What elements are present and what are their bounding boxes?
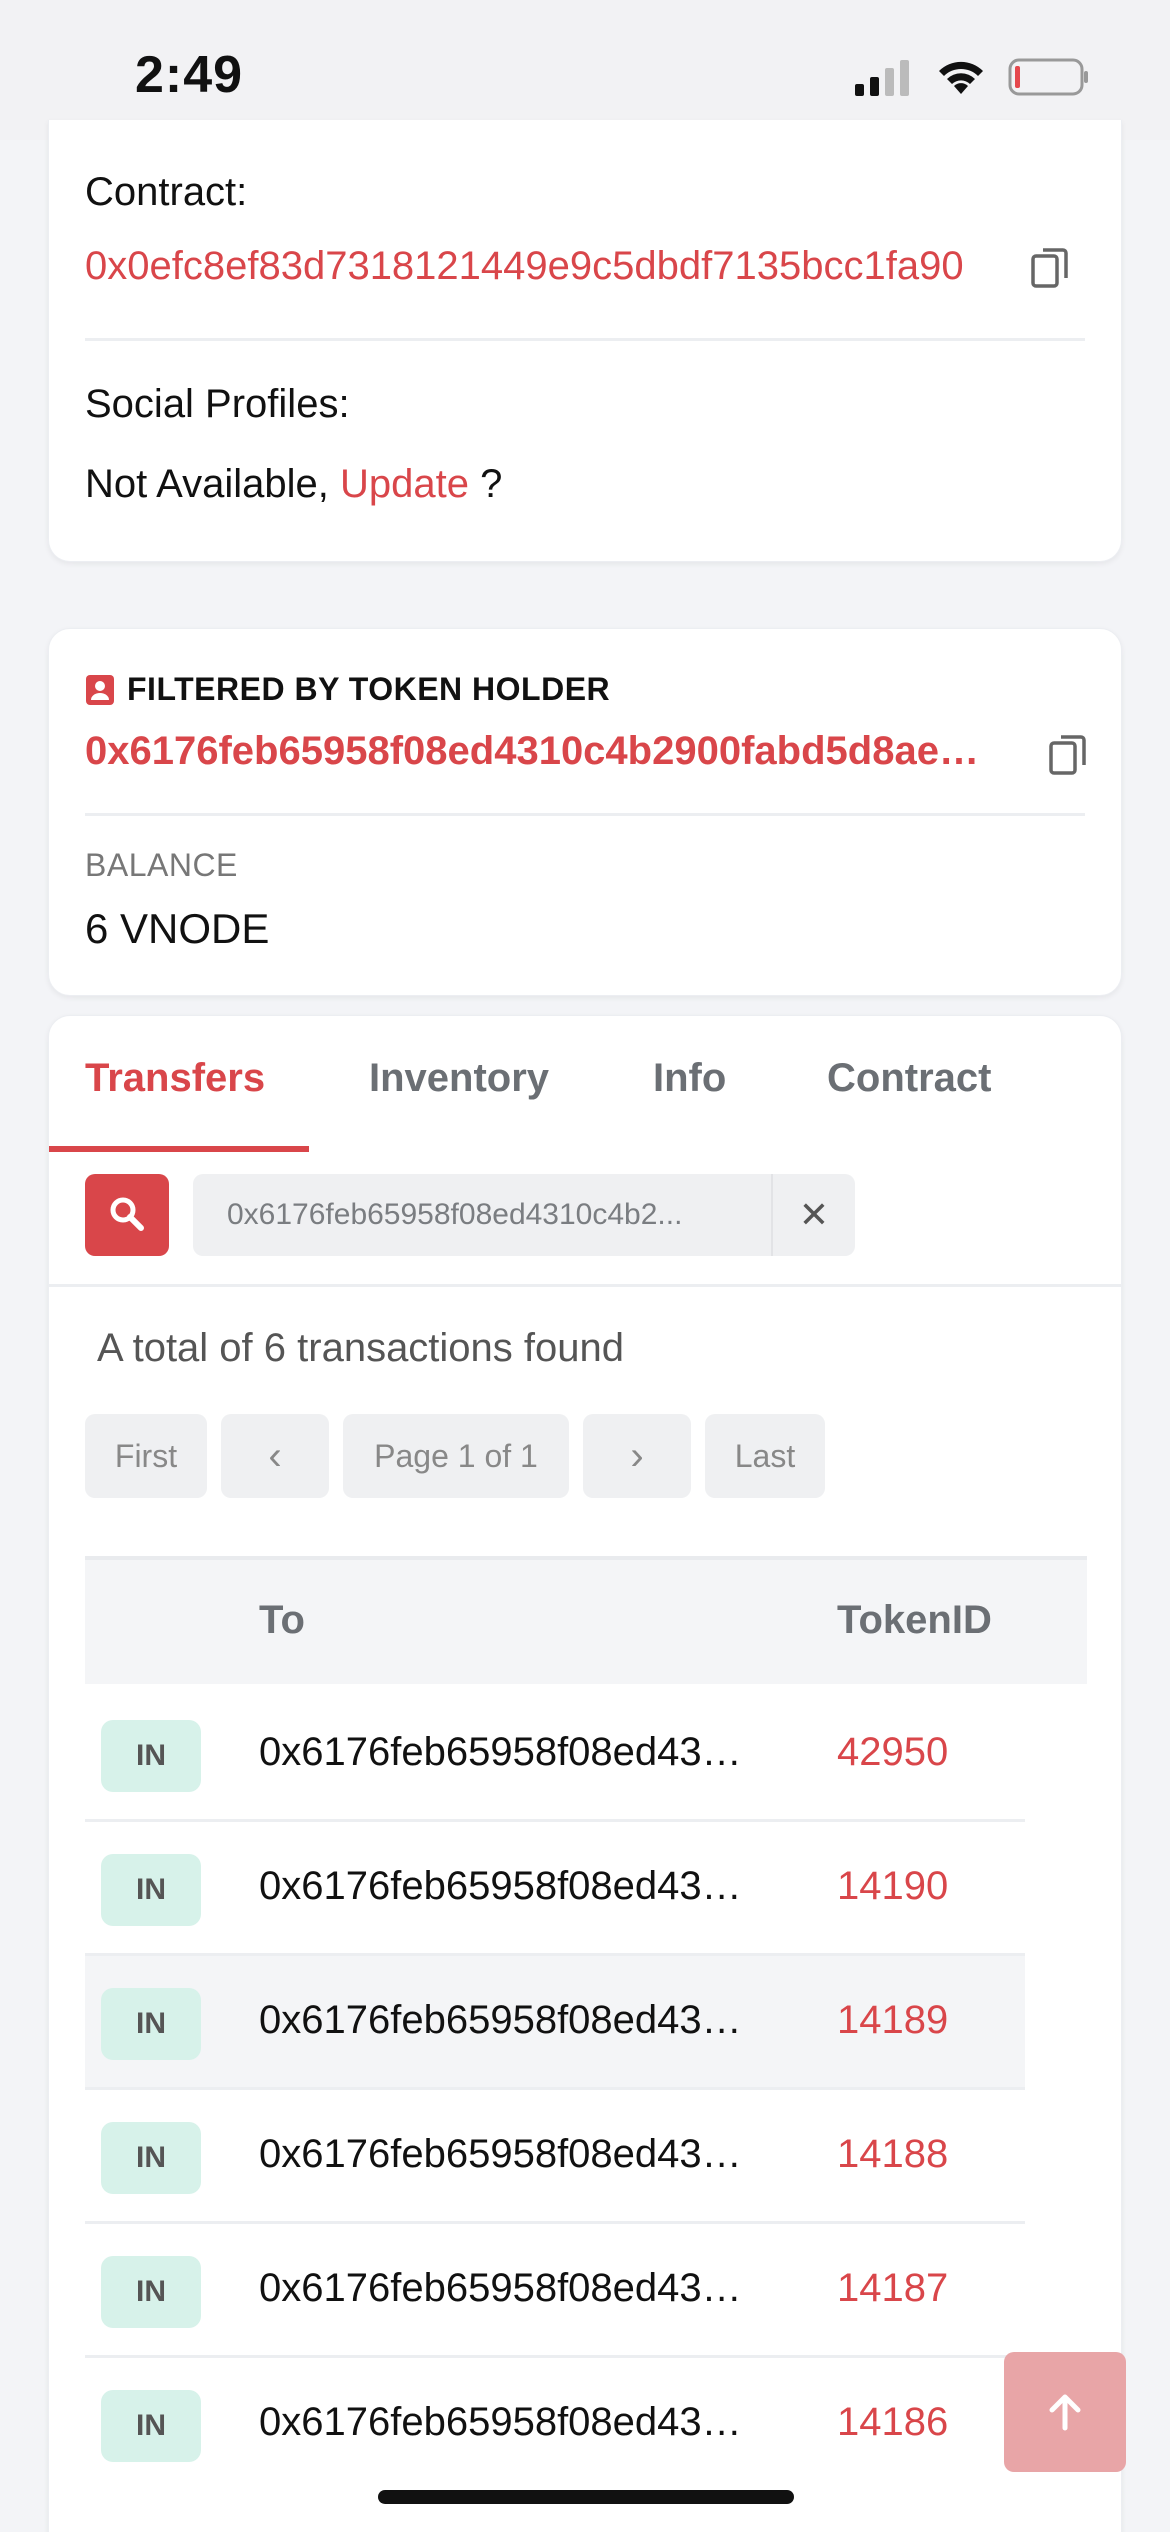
table-row: IN 0x6176feb65958f08ed43… 14187 <box>85 2224 1025 2358</box>
table-row: IN 0x6176feb65958f08ed43… 14190 <box>85 1822 1025 1956</box>
copy-icon[interactable] <box>1029 246 1071 292</box>
wifi-icon <box>939 61 983 94</box>
battery-icon <box>1008 58 1088 96</box>
arrow-up-icon <box>1049 2394 1081 2431</box>
next-page-button[interactable]: › <box>583 1414 691 1498</box>
status-time: 2:49 <box>135 46 244 104</box>
results-count: A total of 6 transactions found <box>97 1326 625 1370</box>
contract-address-link[interactable]: 0x0efc8ef83d7318121449e9c5dbdf7135bcc1fa… <box>85 244 964 289</box>
balance-label: BALANCE <box>85 847 238 883</box>
social-profiles-value: Not Available, Update ? <box>85 462 502 507</box>
home-indicator <box>378 2490 794 2504</box>
direction-badge: IN <box>101 1988 201 2060</box>
token-holder-card: FILTERED BY TOKEN HOLDER 0x6176feb65958f… <box>48 628 1122 996</box>
holder-heading: FILTERED BY TOKEN HOLDER <box>85 671 610 708</box>
status-bar: 2:49 <box>0 0 1170 140</box>
balance-value: 6 VNODE <box>85 905 270 952</box>
direction-badge: IN <box>101 2256 201 2328</box>
holder-address-link[interactable]: 0x6176feb65958f08ed4310c4b2900fabd5d8ae… <box>85 729 1025 774</box>
cellular-signal-icon <box>855 60 909 96</box>
page-indicator: Page 1 of 1 <box>343 1414 569 1498</box>
contract-label: Contract: <box>85 170 248 214</box>
tab-contract[interactable]: Contract <box>827 1056 991 1101</box>
column-header-tokenid: TokenID <box>837 1598 992 1642</box>
search-icon <box>110 1197 144 1231</box>
direction-badge: IN <box>101 2122 201 2194</box>
divider <box>49 1284 1121 1287</box>
to-address-link[interactable]: 0x6176feb65958f08ed43… <box>259 2400 742 2445</box>
search-button[interactable] <box>85 1174 169 1256</box>
holder-heading-text: FILTERED BY TOKEN HOLDER <box>127 671 611 707</box>
prev-page-button[interactable]: ‹ <box>221 1414 329 1498</box>
copy-icon[interactable] <box>1047 733 1089 779</box>
tab-info[interactable]: Info <box>653 1056 726 1101</box>
token-overview-card: Contract: 0x0efc8ef83d7318121449e9c5dbdf… <box>48 120 1122 562</box>
table-row: IN 0x6176feb65958f08ed43… 14188 <box>85 2090 1025 2224</box>
update-link[interactable]: Update <box>340 462 469 506</box>
back-to-top-button[interactable] <box>1004 2352 1126 2472</box>
tab-inventory[interactable]: Inventory <box>369 1056 549 1101</box>
token-id-link[interactable]: 14187 <box>837 2266 948 2311</box>
token-id-link[interactable]: 14189 <box>837 1998 948 2043</box>
clear-search-button[interactable]: ✕ <box>771 1174 855 1256</box>
to-address-link[interactable]: 0x6176feb65958f08ed43… <box>259 1864 742 1909</box>
table-row: IN 0x6176feb65958f08ed43… 14189 <box>85 1956 1025 2090</box>
divider <box>85 338 1085 341</box>
table-row: IN 0x6176feb65958f08ed43… 42950 <box>85 1688 1025 1822</box>
direction-badge: IN <box>101 1720 201 1792</box>
last-page-button[interactable]: Last <box>705 1414 825 1498</box>
to-address-link[interactable]: 0x6176feb65958f08ed43… <box>259 2266 742 2311</box>
transfers-card: Transfers Inventory Info Contract 0x6176… <box>48 1015 1122 2532</box>
first-page-button[interactable]: First <box>85 1414 207 1498</box>
token-id-link[interactable]: 14190 <box>837 1864 948 1909</box>
to-address-link[interactable]: 0x6176feb65958f08ed43… <box>259 2132 742 2177</box>
divider <box>85 813 1085 816</box>
x-icon: ✕ <box>798 1194 830 1235</box>
column-header-to: To <box>259 1598 305 1642</box>
table-header: To TokenID <box>85 1556 1087 1684</box>
tab-transfers[interactable]: Transfers <box>85 1056 265 1101</box>
token-id-link[interactable]: 14186 <box>837 2400 948 2445</box>
to-address-link[interactable]: 0x6176feb65958f08ed43… <box>259 1730 742 1775</box>
search-input[interactable]: 0x6176feb65958f08ed4310c4b2... <box>193 1174 771 1256</box>
token-id-link[interactable]: 14188 <box>837 2132 948 2177</box>
social-not-available-text: Not Available, <box>85 462 329 506</box>
table-row: IN 0x6176feb65958f08ed43… 14186 <box>85 2358 1025 2492</box>
direction-badge: IN <box>101 1854 201 1926</box>
to-address-link[interactable]: 0x6176feb65958f08ed43… <box>259 1998 742 2043</box>
direction-badge: IN <box>101 2390 201 2462</box>
user-badge-icon <box>86 674 114 705</box>
active-tab-indicator <box>49 1146 309 1152</box>
social-suffix: ? <box>480 462 503 506</box>
social-profiles-label: Social Profiles: <box>85 382 350 426</box>
token-id-link[interactable]: 42950 <box>837 1730 948 1775</box>
tab-bar: Transfers Inventory Info Contract <box>49 1016 1121 1154</box>
